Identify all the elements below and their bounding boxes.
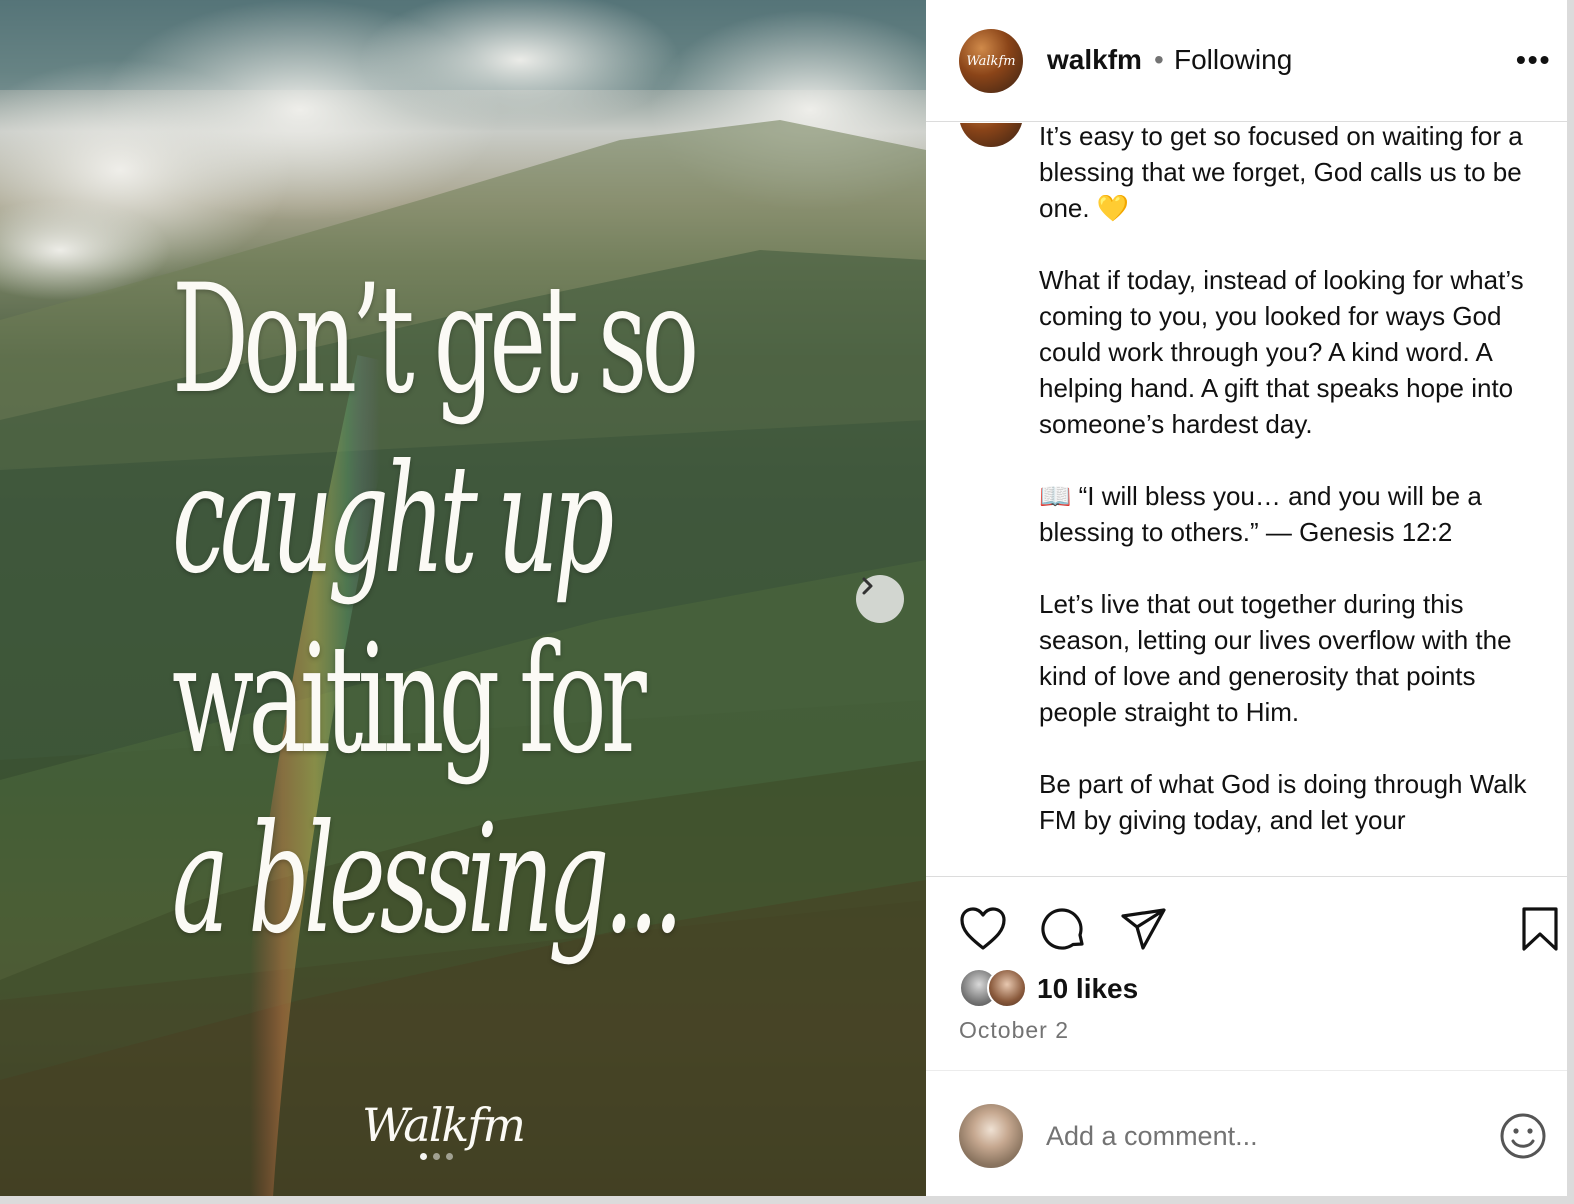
comment-icon bbox=[1041, 908, 1084, 950]
carousel-dot bbox=[446, 1153, 453, 1160]
post-details-panel: Walkfm walkfm • Following ••• It’s easy … bbox=[926, 0, 1567, 1196]
caption-paragraph: What if today, instead of looking for wh… bbox=[1039, 265, 1524, 439]
liker-avatar bbox=[987, 968, 1027, 1008]
caption-paragraph: 📖 “I will bless you… and you will be a b… bbox=[1039, 481, 1482, 547]
window-bottom-edge bbox=[0, 1196, 1574, 1204]
quote-line-2: caught up bbox=[172, 433, 614, 607]
emoji-button[interactable] bbox=[1499, 1112, 1547, 1165]
chevron-right-icon bbox=[862, 577, 873, 595]
save-button[interactable] bbox=[1520, 906, 1560, 957]
quote-line-4: a blessing... bbox=[172, 793, 684, 967]
quote-line-3: waiting for bbox=[172, 613, 647, 787]
post-image[interactable]: Don’t get so caught up waiting for a ble… bbox=[0, 0, 926, 1196]
header-separator: • bbox=[1154, 44, 1164, 75]
brand-logo: Walkfm bbox=[362, 1098, 526, 1152]
caption-paragraph: Let’s live that out together during this… bbox=[1039, 589, 1512, 727]
comment-button[interactable] bbox=[1040, 906, 1088, 959]
share-icon bbox=[1121, 908, 1166, 950]
comment-row bbox=[926, 1070, 1567, 1196]
smiley-icon bbox=[1500, 1113, 1546, 1159]
next-image-button[interactable] bbox=[856, 575, 904, 623]
caption-paragraph: Be part of what God is doing through Wal… bbox=[1039, 769, 1527, 835]
caption-paragraph: It’s easy to get so focused on waiting f… bbox=[1039, 123, 1523, 223]
share-button[interactable] bbox=[1120, 906, 1168, 957]
current-user-avatar bbox=[959, 1104, 1023, 1168]
comment-input[interactable] bbox=[1046, 1116, 1466, 1156]
like-button[interactable] bbox=[959, 906, 1007, 957]
heart-icon bbox=[960, 907, 1006, 950]
action-bar-divider bbox=[926, 876, 1567, 877]
carousel-dot bbox=[433, 1153, 440, 1160]
quote-line-1: Don’t get so bbox=[172, 253, 699, 427]
window-edge bbox=[1567, 0, 1574, 1204]
bookmark-icon bbox=[1522, 907, 1558, 951]
more-options-button[interactable]: ••• bbox=[1516, 44, 1551, 76]
post-caption: It’s easy to get so focused on waiting f… bbox=[1039, 123, 1539, 874]
author-avatar[interactable]: Walkfm bbox=[959, 29, 1023, 93]
post-header: Walkfm walkfm • Following ••• bbox=[926, 0, 1567, 122]
caption-scroll-area[interactable]: It’s easy to get so focused on waiting f… bbox=[926, 123, 1567, 876]
post-date[interactable]: October 2 bbox=[959, 1017, 1069, 1044]
caption-author-avatar[interactable] bbox=[959, 123, 1023, 147]
carousel-dots bbox=[420, 1153, 453, 1160]
liker-avatars[interactable] bbox=[959, 968, 1039, 1012]
following-button[interactable]: Following bbox=[1174, 44, 1292, 76]
avatar-logo: Walkfm bbox=[966, 53, 1016, 69]
author-username[interactable]: walkfm bbox=[1047, 44, 1142, 76]
carousel-dot bbox=[420, 1153, 427, 1160]
quote-text: Don’t get so caught up waiting for a ble… bbox=[172, 250, 872, 970]
likes-count[interactable]: 10 likes bbox=[1037, 973, 1138, 1005]
